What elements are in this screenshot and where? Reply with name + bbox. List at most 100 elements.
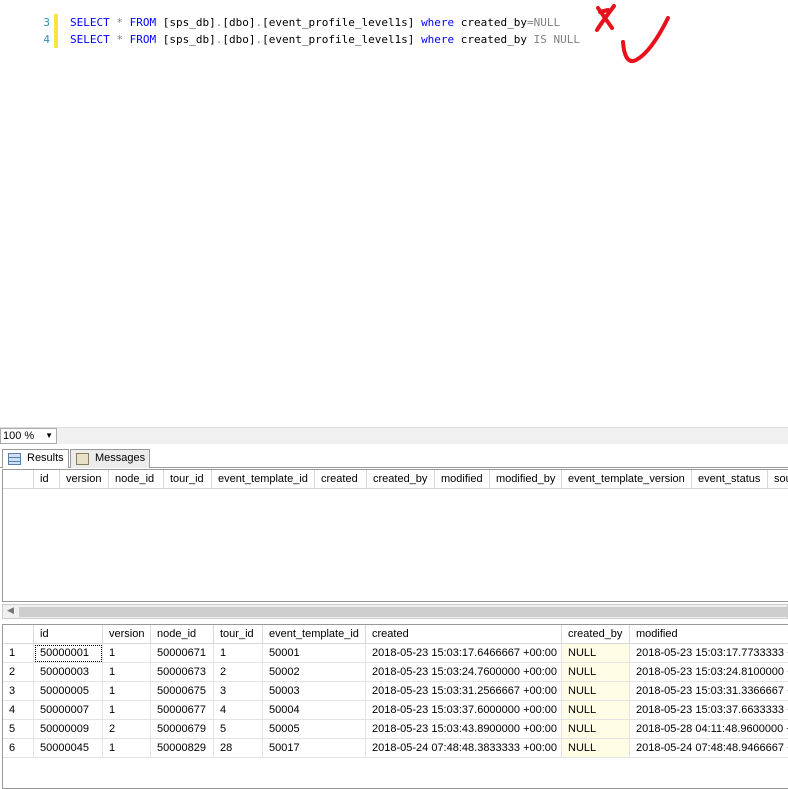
- row-number-header[interactable]: [3, 470, 34, 489]
- table-row[interactable]: 5 50000009 2 50000679 5 50005 2018-05-23 15:03…: [3, 720, 788, 739]
- table-cell[interactable]: 50005: [263, 720, 366, 739]
- code-token: SELECT: [70, 16, 110, 29]
- column-header[interactable]: tour_id: [164, 470, 212, 489]
- column-header[interactable]: node_id: [151, 625, 214, 644]
- query-editor[interactable]: 3 SELECT * FROM [sps_db].[dbo].[event_pro…: [0, 0, 788, 427]
- code-token: FROM: [129, 16, 157, 29]
- table-cell[interactable]: 2: [103, 720, 151, 739]
- tab-results[interactable]: Results: [2, 449, 69, 468]
- table-cell[interactable]: 50000003: [34, 663, 103, 682]
- column-header[interactable]: event_template_id: [212, 470, 315, 489]
- table-cell[interactable]: 50000675: [151, 682, 214, 701]
- table-cell[interactable]: NULL: [562, 701, 630, 720]
- column-header[interactable]: created_by: [367, 470, 435, 489]
- column-header[interactable]: modified: [435, 470, 490, 489]
- column-header[interactable]: event_template_version: [562, 470, 692, 489]
- table-cell[interactable]: 1: [103, 644, 151, 663]
- table-cell[interactable]: 50000671: [151, 644, 214, 663]
- table-cell[interactable]: NULL: [562, 682, 630, 701]
- column-header[interactable]: version: [103, 625, 151, 644]
- table-cell[interactable]: 2018-05-23 15:03:31.3366667 +: [630, 682, 788, 701]
- table-cell[interactable]: 50000677: [151, 701, 214, 720]
- table-cell[interactable]: 2018-05-24 07:48:48.3833333 +00:00: [366, 739, 562, 758]
- column-header[interactable]: tour_id: [214, 625, 263, 644]
- column-header[interactable]: created_by: [562, 625, 630, 644]
- scrollbar-thumb[interactable]: [19, 607, 787, 617]
- zoom-select[interactable]: 100 % ▼: [0, 428, 57, 444]
- row-number[interactable]: 6: [3, 739, 34, 758]
- table-cell[interactable]: 3: [214, 682, 263, 701]
- table-cell[interactable]: 2: [214, 663, 263, 682]
- table-cell[interactable]: 50002: [263, 663, 366, 682]
- code-token: where: [421, 33, 455, 46]
- header-row: id version node_id tour_id event_template_id…: [3, 625, 788, 644]
- table-cell[interactable]: NULL: [562, 644, 630, 663]
- table-cell[interactable]: 50000005: [34, 682, 103, 701]
- table-cell[interactable]: 2018-05-23 15:03:24.8100000 +: [630, 663, 788, 682]
- code-line[interactable]: 3 SELECT * FROM [sps_db].[dbo].[event_pro…: [0, 14, 788, 31]
- table-cell[interactable]: 2018-05-28 04:11:48.9600000 +: [630, 720, 788, 739]
- table-cell[interactable]: 1: [103, 663, 151, 682]
- table-cell[interactable]: 1: [103, 739, 151, 758]
- table-cell[interactable]: 50001: [263, 644, 366, 663]
- table-row[interactable]: 2 50000003 1 50000673 2 50002 2018-05-23 15:03…: [3, 663, 788, 682]
- table-row[interactable]: 3 50000005 1 50000675 3 50003 2018-05-23 15:03…: [3, 682, 788, 701]
- table-cell[interactable]: 2018-05-23 15:03:31.2566667 +00:00: [366, 682, 562, 701]
- table-cell[interactable]: 28: [214, 739, 263, 758]
- table-row[interactable]: 1 50000001 1 50000671 1 50001 2018-05-23 15:03…: [3, 644, 788, 663]
- column-header[interactable]: event_template_id: [263, 625, 366, 644]
- table-cell[interactable]: 2018-05-24 07:48:48.9466667 +: [630, 739, 788, 758]
- table-cell[interactable]: 50000001: [34, 644, 103, 663]
- table-cell[interactable]: 50004: [263, 701, 366, 720]
- table-cell[interactable]: 1: [214, 644, 263, 663]
- row-number[interactable]: 2: [3, 663, 34, 682]
- table-cell[interactable]: NULL: [562, 663, 630, 682]
- table-cell[interactable]: 2018-05-23 15:03:17.6466667 +00:00: [366, 644, 562, 663]
- row-number[interactable]: 3: [3, 682, 34, 701]
- table-cell[interactable]: NULL: [562, 720, 630, 739]
- results-grid-1[interactable]: id version node_id tour_id event_template_id…: [2, 469, 788, 602]
- scroll-left-icon[interactable]: ◀: [7, 605, 14, 616]
- table-cell[interactable]: 5: [214, 720, 263, 739]
- table-cell[interactable]: 4: [214, 701, 263, 720]
- column-header[interactable]: created: [315, 470, 367, 489]
- table-cell[interactable]: 50000679: [151, 720, 214, 739]
- code-token: SELECT: [70, 33, 110, 46]
- column-header[interactable]: node_id: [109, 470, 164, 489]
- table-cell[interactable]: 2018-05-23 15:03:37.6633333 +: [630, 701, 788, 720]
- code-text: SELECT * FROM [sps_db].[dbo].[event_prof…: [70, 31, 580, 48]
- column-header[interactable]: id: [34, 470, 60, 489]
- code-token: =NULL: [527, 16, 561, 29]
- column-header[interactable]: modified_by: [490, 470, 562, 489]
- row-number[interactable]: 1: [3, 644, 34, 663]
- table-cell[interactable]: 1: [103, 701, 151, 720]
- table-cell[interactable]: 50003: [263, 682, 366, 701]
- table-cell[interactable]: NULL: [562, 739, 630, 758]
- table-cell[interactable]: 2018-05-23 15:03:17.7733333 +: [630, 644, 788, 663]
- table-cell[interactable]: 50000007: [34, 701, 103, 720]
- table-cell[interactable]: 2018-05-23 15:03:37.6000000 +00:00: [366, 701, 562, 720]
- column-header[interactable]: version: [60, 470, 109, 489]
- results-grid-2[interactable]: id version node_id tour_id event_template_id…: [2, 624, 788, 789]
- table-cell[interactable]: 2018-05-23 15:03:43.8900000 +00:00: [366, 720, 562, 739]
- table-cell[interactable]: 1: [103, 682, 151, 701]
- column-header[interactable]: sou: [768, 470, 788, 489]
- column-header[interactable]: id: [34, 625, 103, 644]
- code-line[interactable]: 4 SELECT * FROM [sps_db].[dbo].[event_pro…: [0, 31, 788, 48]
- row-number-header[interactable]: [3, 625, 34, 644]
- horizontal-scrollbar[interactable]: ◀: [2, 604, 788, 619]
- table-cell[interactable]: 50000045: [34, 739, 103, 758]
- tab-messages[interactable]: Messages: [70, 449, 151, 468]
- table-cell[interactable]: 50000009: [34, 720, 103, 739]
- row-number[interactable]: 4: [3, 701, 34, 720]
- table-row[interactable]: 4 50000007 1 50000677 4 50004 2018-05-23 15:03…: [3, 701, 788, 720]
- table-cell[interactable]: 50000673: [151, 663, 214, 682]
- column-header[interactable]: modified: [630, 625, 788, 644]
- table-row[interactable]: 6 50000045 1 50000829 28 50017 2018-05-24 07:4…: [3, 739, 788, 758]
- table-cell[interactable]: 2018-05-23 15:03:24.7600000 +00:00: [366, 663, 562, 682]
- column-header[interactable]: event_status: [692, 470, 768, 489]
- table-cell[interactable]: 50000829: [151, 739, 214, 758]
- column-header[interactable]: created: [366, 625, 562, 644]
- table-cell[interactable]: 50017: [263, 739, 366, 758]
- row-number[interactable]: 5: [3, 720, 34, 739]
